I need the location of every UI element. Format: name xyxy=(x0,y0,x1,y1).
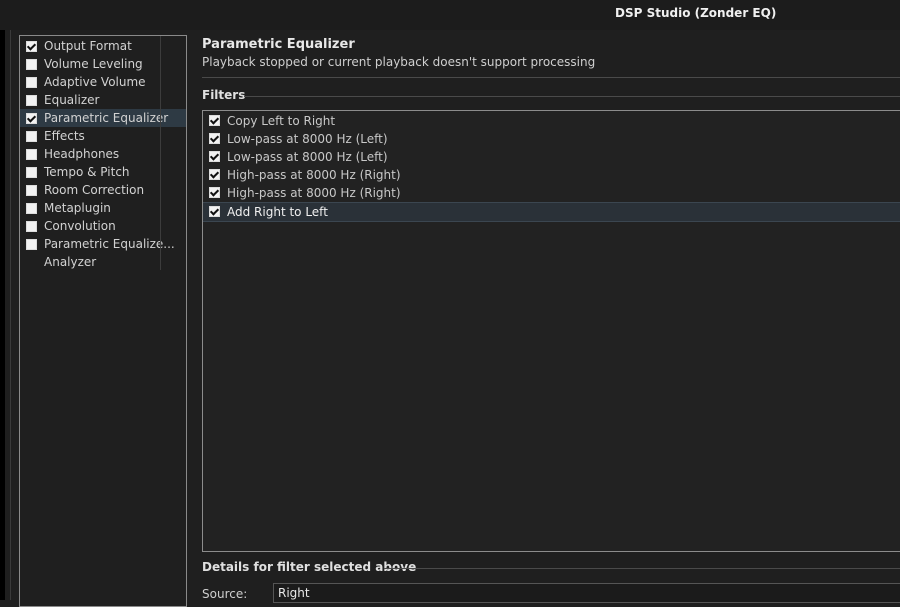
filter-label: Copy Left to Right xyxy=(227,114,336,128)
window-left-edge xyxy=(0,30,5,600)
checked-checkbox[interactable] xyxy=(209,133,220,144)
unchecked-checkbox[interactable] xyxy=(26,77,37,88)
details-heading-rule xyxy=(384,568,900,569)
sidebar-item-label: Parametric Equalizer xyxy=(44,111,169,125)
sidebar-item-label: Headphones xyxy=(44,147,120,161)
checked-checkbox[interactable] xyxy=(26,41,37,52)
window-title: DSP Studio (Zonder EQ) xyxy=(615,6,777,20)
sidebar-item-label: Parametric Equalize... xyxy=(44,237,175,251)
filter-row[interactable]: Copy Left to Right xyxy=(203,112,900,130)
sidebar-item[interactable]: Parametric Equalize... xyxy=(20,235,186,253)
sidebar-divider xyxy=(160,36,161,270)
filters-heading: Filters xyxy=(202,88,246,102)
sidebar-item[interactable]: Equalizer xyxy=(20,91,186,109)
details-heading: Details for filter selected above xyxy=(202,560,417,574)
window-left-border xyxy=(10,30,11,600)
sidebar-item-label: Analyzer xyxy=(44,255,97,269)
sidebar-item[interactable]: Convolution xyxy=(20,217,186,235)
sidebar-item[interactable]: Metaplugin xyxy=(20,199,186,217)
sidebar-item[interactable]: Output Format xyxy=(20,37,186,55)
filter-row[interactable]: Low-pass at 8000 Hz (Left) xyxy=(203,148,900,166)
header-divider xyxy=(202,77,900,78)
unchecked-checkbox[interactable] xyxy=(26,203,37,214)
sidebar-item-label: Adaptive Volume xyxy=(44,75,146,89)
unchecked-checkbox[interactable] xyxy=(26,95,37,106)
filter-row[interactable]: High-pass at 8000 Hz (Right) xyxy=(203,166,900,184)
filter-label: High-pass at 8000 Hz (Right) xyxy=(227,168,401,182)
sidebar-item[interactable]: Analyzer xyxy=(20,253,186,271)
source-dropdown[interactable]: Right xyxy=(273,583,900,603)
sidebar-item[interactable]: Tempo & Pitch xyxy=(20,163,186,181)
filter-label: Low-pass at 8000 Hz (Left) xyxy=(227,150,388,164)
source-selected-value: Right xyxy=(278,586,310,600)
filter-row[interactable]: Add Right to Left xyxy=(203,202,900,222)
filter-row[interactable]: Low-pass at 8000 Hz (Left) xyxy=(203,130,900,148)
unchecked-checkbox[interactable] xyxy=(26,185,37,196)
page-title: Parametric Equalizer xyxy=(202,37,355,52)
dsp-module-list: Output Format Volume Leveling Adaptive Vol… xyxy=(19,35,187,607)
sidebar-item-label: Metaplugin xyxy=(44,201,111,215)
checked-checkbox[interactable] xyxy=(209,169,220,180)
unchecked-checkbox[interactable] xyxy=(26,149,37,160)
filters-list[interactable]: Copy Left to Right Low-pass at 8000 Hz (L… xyxy=(202,110,900,552)
checked-checkbox[interactable] xyxy=(209,187,220,198)
filters-heading-rule xyxy=(244,96,900,97)
sidebar-item-label: Convolution xyxy=(44,219,116,233)
sidebar-item[interactable]: Volume Leveling xyxy=(20,55,186,73)
filter-label: High-pass at 8000 Hz (Right) xyxy=(227,186,401,200)
checked-checkbox[interactable] xyxy=(209,206,220,217)
unchecked-checkbox[interactable] xyxy=(26,131,37,142)
sidebar-item[interactable]: Parametric Equalizer xyxy=(20,109,186,127)
filter-row[interactable]: High-pass at 8000 Hz (Right) xyxy=(203,184,900,202)
source-label: Source: xyxy=(202,587,248,601)
sidebar-item[interactable]: Headphones xyxy=(20,145,186,163)
sidebar-item-label: Equalizer xyxy=(44,93,100,107)
sidebar-item-label: Tempo & Pitch xyxy=(44,165,130,179)
unchecked-checkbox[interactable] xyxy=(26,59,37,70)
sidebar-items: Output Format Volume Leveling Adaptive Vol… xyxy=(20,37,186,271)
unchecked-checkbox[interactable] xyxy=(26,221,37,232)
sidebar-item-label: Output Format xyxy=(44,39,132,53)
sidebar-item[interactable]: Adaptive Volume xyxy=(20,73,186,91)
checked-checkbox[interactable] xyxy=(26,113,37,124)
sidebar-item[interactable]: Effects xyxy=(20,127,186,145)
sidebar-item[interactable]: Room Correction xyxy=(20,181,186,199)
title-bar: DSP Studio (Zonder EQ) xyxy=(0,0,900,30)
sidebar-item-label: Effects xyxy=(44,129,85,143)
sidebar-item-label: Volume Leveling xyxy=(44,57,143,71)
sidebar-item-label: Room Correction xyxy=(44,183,145,197)
status-text: Playback stopped or current playback doe… xyxy=(202,55,596,69)
filter-label: Low-pass at 8000 Hz (Left) xyxy=(227,132,388,146)
filter-label: Add Right to Left xyxy=(227,205,328,219)
unchecked-checkbox[interactable] xyxy=(26,239,37,250)
unchecked-checkbox[interactable] xyxy=(26,167,37,178)
checked-checkbox[interactable] xyxy=(209,151,220,162)
checked-checkbox[interactable] xyxy=(209,115,220,126)
